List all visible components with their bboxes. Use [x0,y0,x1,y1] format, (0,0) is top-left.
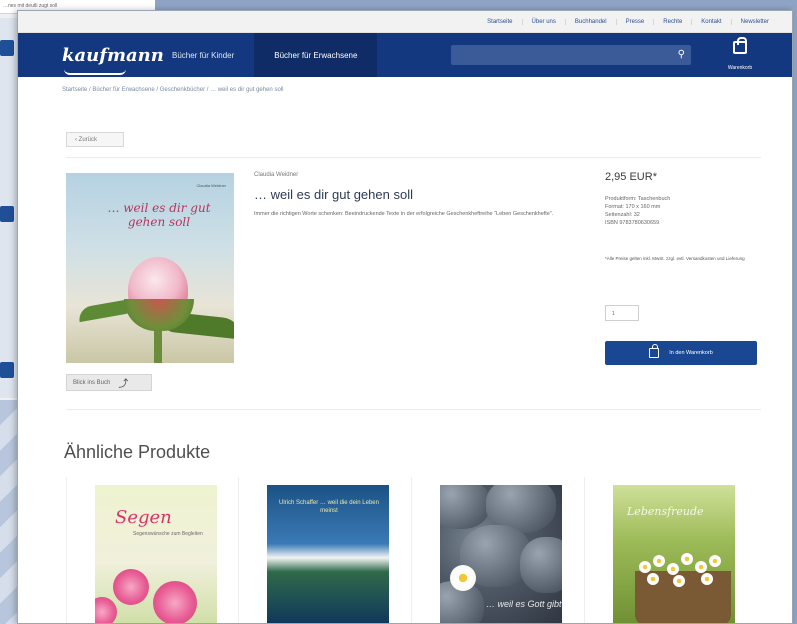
look-inside-label: Blick ins Buch [73,379,111,386]
logo-text: kaufmann [62,44,164,66]
search-input[interactable]: ⚲ [451,45,691,65]
product-title: … weil es dir gut gehen soll [254,187,413,202]
cover-author: Claudia Weidner [196,183,227,188]
divider [66,409,761,410]
product-price: 2,95 EUR* [605,171,657,183]
cover-daisy [681,553,693,565]
search-icon[interactable]: ⚲ [678,49,685,60]
look-inside-button[interactable]: Blick ins Buch ⤴ [66,374,152,391]
background-cart-icon [0,206,14,222]
similar-product-cover[interactable]: Lebensfreude [613,485,735,623]
cover-flower [113,569,149,605]
shopping-bag-icon [733,37,747,54]
similar-product-card[interactable]: Ulrich Schaffer … weil die dein Leben me… [238,477,400,623]
similar-cover-title: Lebensfreude [627,505,704,518]
similar-cover-title: Segen [115,507,172,528]
product-cover-image[interactable]: Claudia Weidner … weil es dir gut gehen … [66,173,234,363]
cover-title: … weil es dir gut gehen soll [107,201,211,229]
logo-swoosh [64,69,126,75]
toplink-rechte[interactable]: Rechte [653,18,691,25]
spec-line: ISBN 9783780630659 [605,220,660,226]
cover-daisy [667,563,679,575]
cover-daisy [647,573,659,585]
spec-line: Seitenzahl: 32 [605,212,640,218]
cover-rock [440,485,490,529]
similar-product-card[interactable]: Segen Segenswünsche zum Begleiten [66,477,228,623]
toplink-ueber-uns[interactable]: Über uns [521,18,565,25]
cart-button[interactable]: Warenkorb [720,37,760,73]
divider [66,157,761,158]
similar-product-cover[interactable]: … weil es Gott gibt [440,485,562,623]
similar-cover-subtitle: Segenswünsche zum Begleiten [133,531,203,537]
nav-tab-kinder[interactable]: Bücher für Kinder [152,33,254,77]
toplink-newsletter[interactable]: Newsletter [730,18,778,25]
page-turn-icon: ⤴ [118,379,129,390]
browser-window: Startseite Über uns Buchhandel Presse Re… [17,10,793,624]
cover-daisy [695,561,707,573]
toplink-presse[interactable]: Presse [615,18,654,25]
toplink-buchhandel[interactable]: Buchhandel [564,18,616,25]
add-to-cart-button[interactable]: In den Warenkorb [605,341,757,365]
product-specs: Produktform: Taschenbuch Format: 170 x 1… [605,195,670,227]
similar-product-cover[interactable]: Ulrich Schaffer … weil die dein Leben me… [267,485,389,623]
quantity-field[interactable]: 1 [605,305,639,321]
toplink-kontakt[interactable]: Kontakt [691,18,730,25]
cover-daisy [701,573,713,585]
spec-line: Produktform: Taschenbuch [605,196,671,202]
back-button[interactable]: ‹ Zurück [66,132,124,147]
product-description: Immer die richtigen Worte schenken: Beei… [254,211,554,217]
background-cart-icon [0,362,14,378]
similar-cover-title: … weil es Gott gibt [486,599,562,609]
nav-tab-erwachsene[interactable]: Bücher für Erwachsene [254,33,378,77]
shopping-bag-icon [649,344,660,358]
site-header: kaufmann Bücher für Kinder Bücher für Er… [18,33,792,77]
shipping-note[interactable]: *Alle Preise gelten inkl. MwSt. zzgl. ev… [605,256,755,262]
breadcrumb[interactable]: Startseite / Bücher für Erwachsene / Ges… [62,87,283,93]
add-to-cart-label: In den Warenkorb [669,350,713,356]
cover-flower [95,597,117,623]
similar-product-card[interactable]: … weil es Gott gibt [411,477,573,623]
background-cart-icon [0,40,14,56]
cart-label: Warenkorb [727,65,753,71]
toplink-startseite[interactable]: Startseite [478,19,521,25]
similar-product-card[interactable]: Lebensfreude [584,477,746,623]
cover-rock [520,537,562,593]
spec-line: Format: 170 x 160 mm [605,204,661,210]
product-author[interactable]: Claudia Weidner [254,172,298,178]
cover-daisy [653,555,665,567]
top-link-bar: Startseite Über uns Buchhandel Presse Re… [18,11,792,33]
kaufmann-logo[interactable]: kaufmann [62,45,164,75]
cover-flower [153,581,197,623]
similar-product-cover[interactable]: Segen Segenswünsche zum Begleiten [95,485,217,623]
cover-daisy [673,575,685,587]
cover-daisy [709,555,721,567]
similar-products-heading: Ähnliche Produkte [64,442,211,462]
cover-daisy [639,561,651,573]
similar-cover-title: Ulrich Schaffer … weil die dein Leben me… [279,500,379,514]
cover-frangipani-flower [450,565,476,591]
